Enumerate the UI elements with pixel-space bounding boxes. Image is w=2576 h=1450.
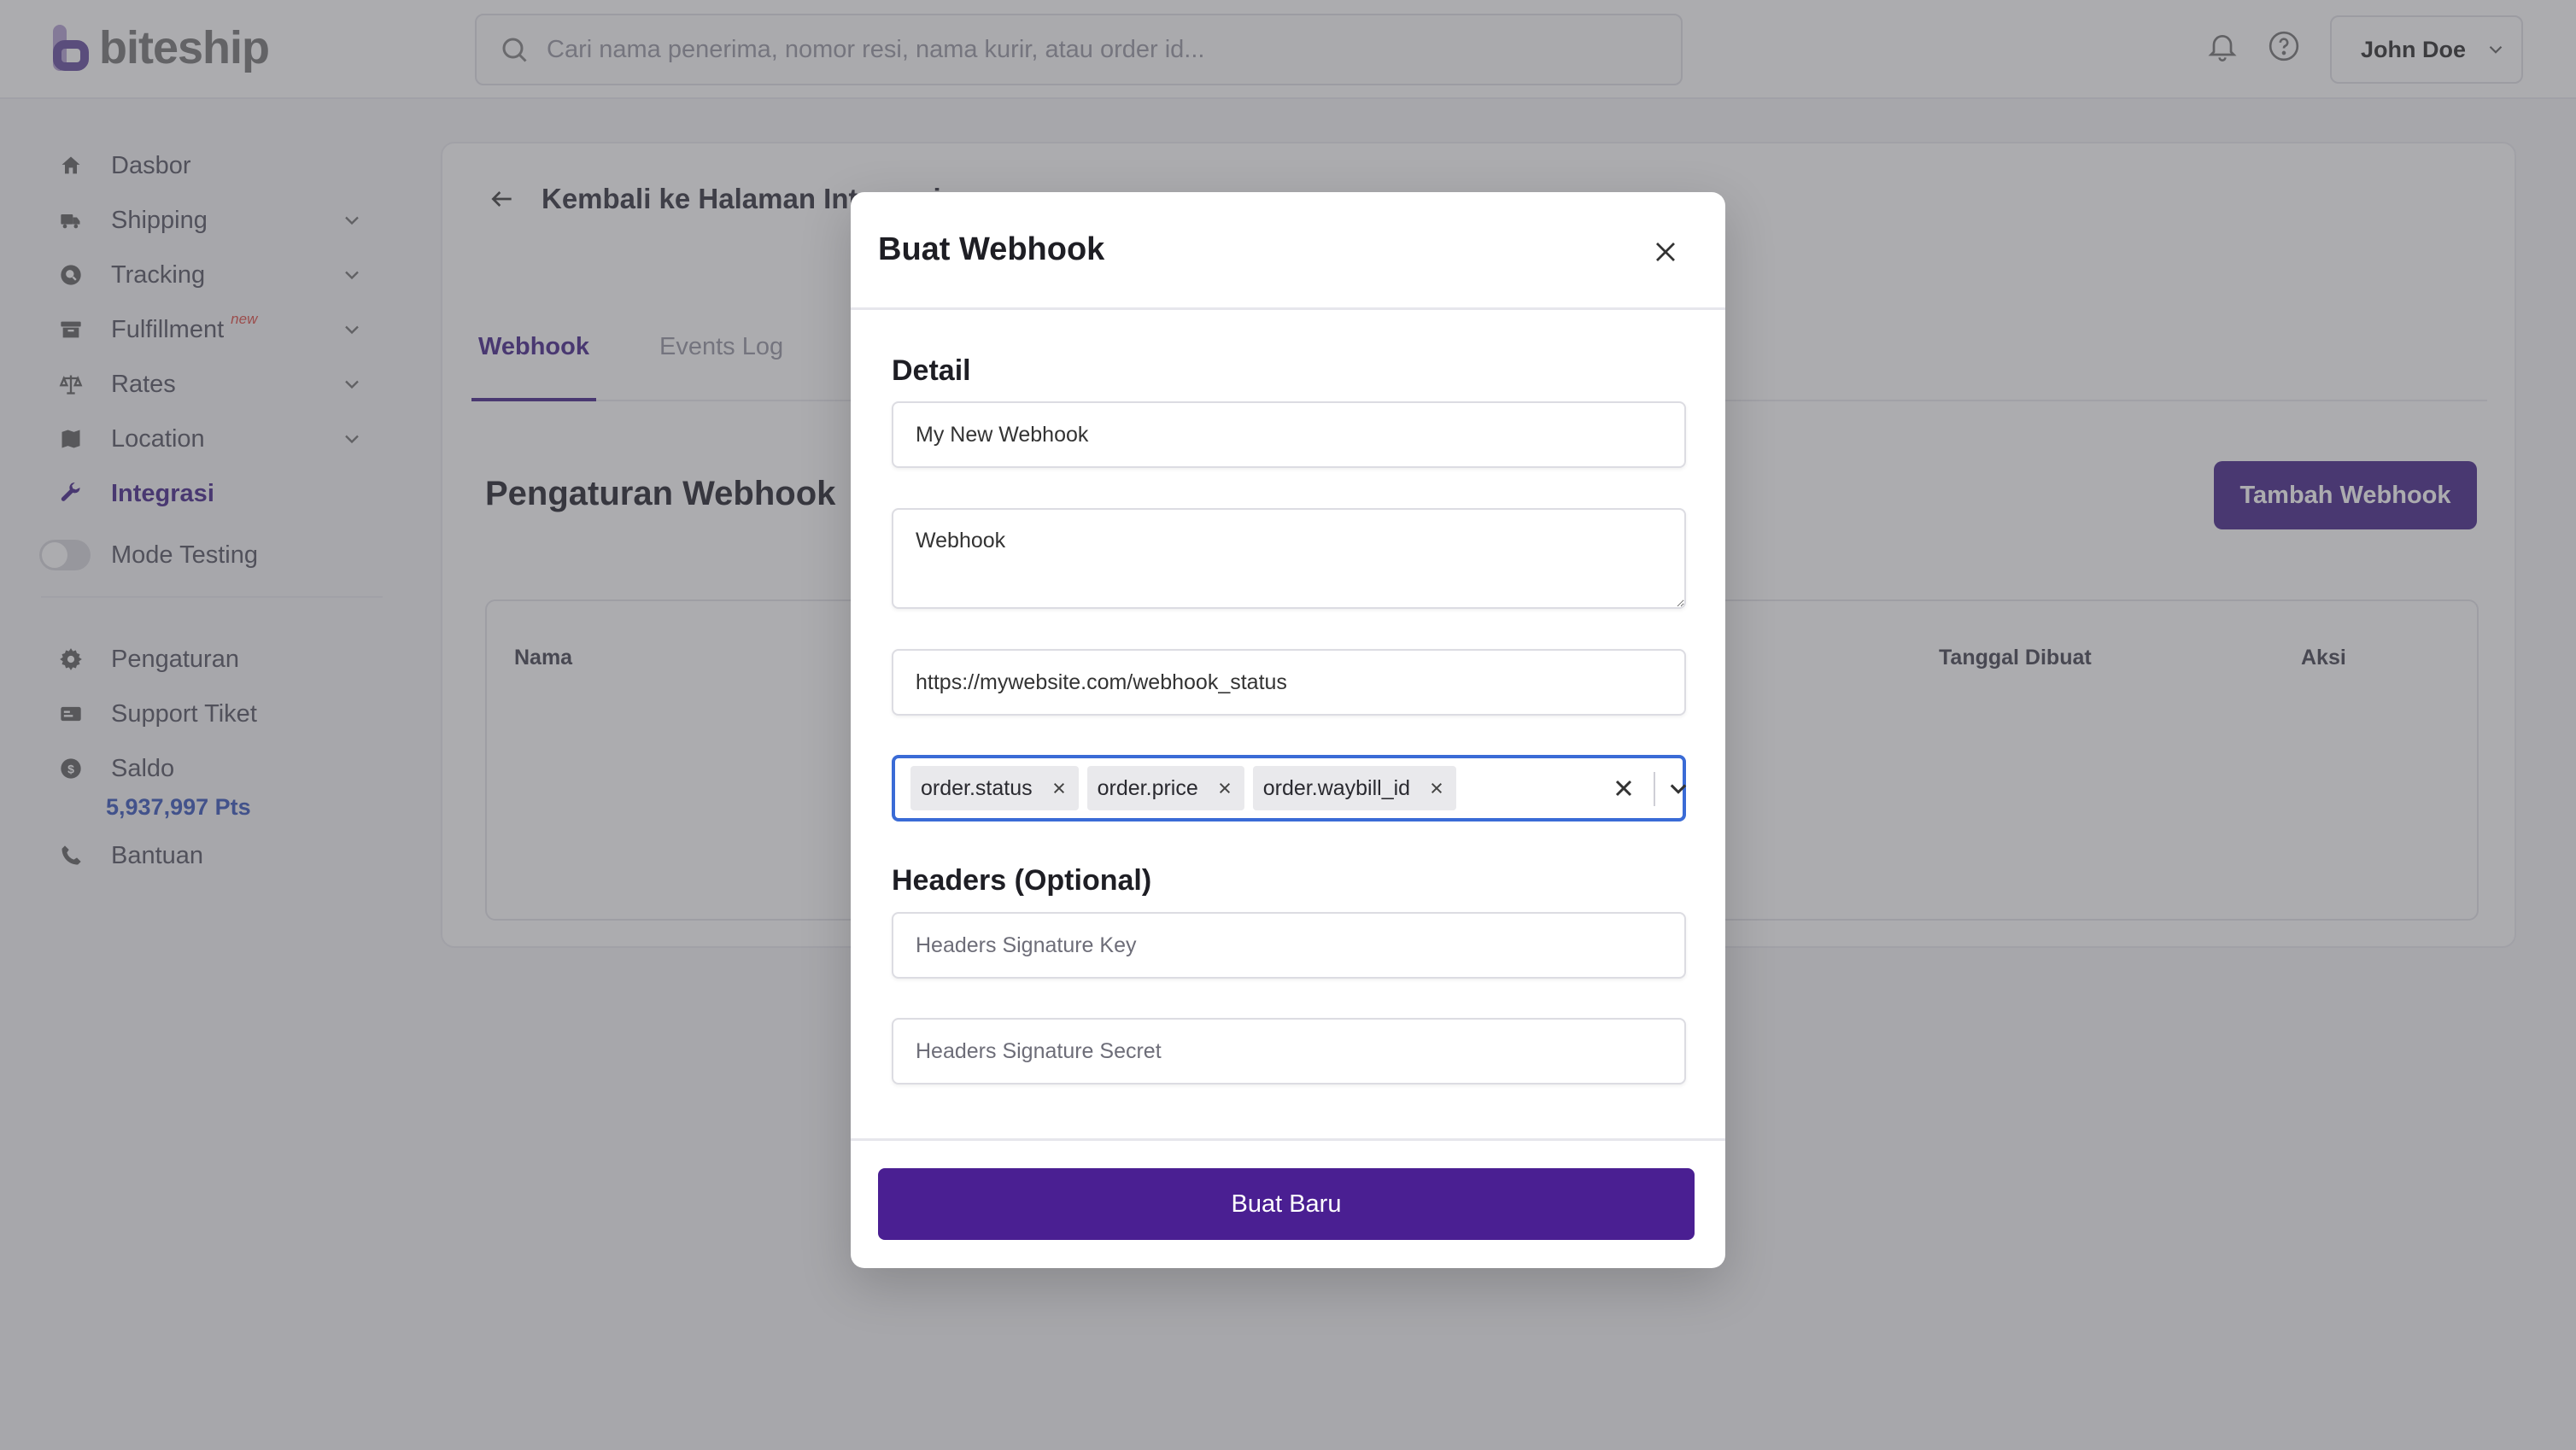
events-multiselect[interactable]: order.status order.price order.waybill_i… (892, 755, 1687, 821)
webhook-name-field[interactable] (892, 401, 1686, 468)
close-icon[interactable] (1647, 233, 1684, 271)
event-chip-label: order.status (921, 775, 1033, 800)
chevron-down-icon[interactable] (1664, 774, 1693, 803)
modal-header: Buat Webhook (851, 192, 1725, 310)
detail-title: Detail (892, 354, 971, 387)
webhook-url-field[interactable] (892, 649, 1686, 716)
event-chip: order.price (1086, 766, 1244, 810)
event-chip: order.status (910, 766, 1079, 810)
remove-chip-icon[interactable] (1215, 779, 1234, 798)
event-chip-label: order.price (1097, 775, 1198, 800)
headers-title: Headers (Optional) (892, 864, 1152, 897)
event-chip: order.waybill_id (1252, 766, 1457, 810)
select-separator (1654, 772, 1655, 806)
modal-title: Buat Webhook (878, 231, 1105, 267)
create-webhook-modal: Buat Webhook Detail Webhook order.status… (851, 192, 1725, 1268)
modal-body: Detail Webhook order.status order.price … (851, 310, 1725, 1140)
create-button[interactable]: Buat Baru (878, 1168, 1695, 1240)
remove-chip-icon[interactable] (1050, 779, 1068, 798)
webhook-description-field[interactable]: Webhook (892, 508, 1686, 609)
signature-key-field[interactable] (892, 912, 1686, 979)
remove-chip-icon[interactable] (1427, 779, 1446, 798)
clear-all-icon[interactable] (1609, 774, 1638, 803)
signature-secret-field[interactable] (892, 1018, 1686, 1085)
modal-footer: Buat Baru (851, 1138, 1725, 1268)
event-chip-label: order.waybill_id (1262, 775, 1411, 800)
